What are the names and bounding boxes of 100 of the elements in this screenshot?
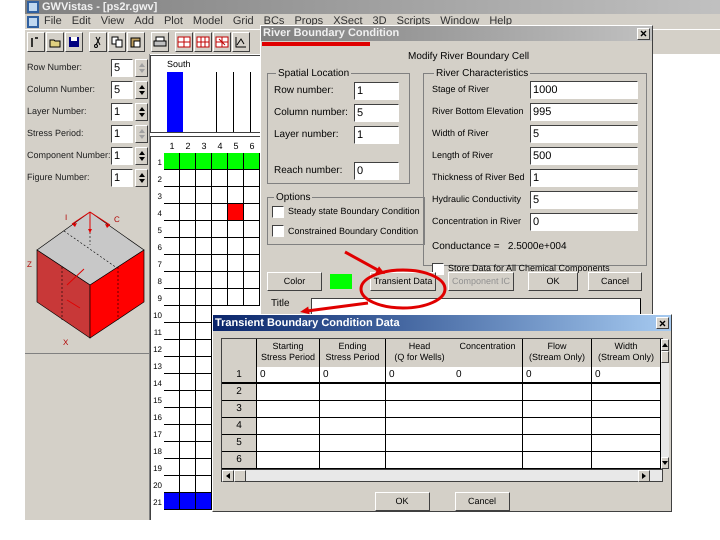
table-cell: 0 xyxy=(386,367,453,384)
dialog-button[interactable]: OK xyxy=(374,492,430,511)
row-label: 14 xyxy=(152,378,163,390)
field-label: Concentration in River xyxy=(432,215,522,228)
menu-item[interactable]: View xyxy=(96,16,130,27)
row-label: 4 xyxy=(156,208,163,220)
group-title: Options xyxy=(275,191,312,205)
input-field[interactable]: 5 xyxy=(354,104,399,122)
row-label: 17 xyxy=(152,429,163,441)
table-cell: 0 xyxy=(453,367,523,384)
axis-label: I xyxy=(65,213,68,222)
number-field[interactable]: 5 xyxy=(111,81,133,99)
field-label: Stress Period: xyxy=(27,127,85,140)
chart-label: South xyxy=(167,60,192,69)
checkbox-label: Constrained Boundary Condition xyxy=(288,224,418,238)
table-cell: 0 xyxy=(592,367,661,384)
row-label: 7 xyxy=(156,259,163,271)
column-label: 3 xyxy=(200,140,208,153)
row-header: 1 xyxy=(222,367,257,384)
row-label: 13 xyxy=(152,361,163,373)
column-label: 1 xyxy=(168,140,176,153)
menu-item[interactable]: Model xyxy=(188,16,228,27)
row-label: 2 xyxy=(156,174,163,186)
row-label: 18 xyxy=(152,446,163,458)
menu-item[interactable]: BCs xyxy=(258,16,290,27)
dialog-button[interactable]: Cancel xyxy=(454,492,510,511)
dialog-button[interactable]: OK xyxy=(528,272,578,291)
input-field[interactable]: 1 xyxy=(354,126,399,144)
field-label: Row Number: xyxy=(27,61,84,74)
input-field[interactable]: 1 xyxy=(354,82,399,100)
menu-item[interactable]: Scripts xyxy=(392,16,436,27)
row-header: 4 xyxy=(222,418,257,435)
table-cell: 0 xyxy=(257,367,320,384)
field-label: Reach number: xyxy=(274,164,344,178)
row-header: 2 xyxy=(222,384,257,401)
dialog-title: River Boundary Condition xyxy=(263,28,400,39)
field-label: Title xyxy=(271,298,291,310)
field-label: Column number: xyxy=(274,106,349,120)
input-field[interactable]: 1 xyxy=(530,169,638,187)
dialog-button[interactable]: Transient Data xyxy=(370,272,436,291)
row-label: 1 xyxy=(156,157,163,169)
axis-label: Z xyxy=(27,260,32,269)
color-button[interactable]: Color xyxy=(267,272,322,291)
input-field[interactable]: 500 xyxy=(530,147,638,165)
menu-item[interactable]: Add xyxy=(129,16,159,27)
menu-item[interactable]: Edit xyxy=(66,16,96,27)
menu-item[interactable]: File xyxy=(39,16,67,27)
menu-item[interactable]: 3D xyxy=(368,16,392,27)
field-label: Layer Number: xyxy=(27,105,88,118)
field-label: Thickness of River Bed xyxy=(432,171,526,184)
number-field[interactable]: 1 xyxy=(111,103,133,121)
conductance-text: Conductance = 2.5000e+004 xyxy=(432,240,568,254)
menu-item[interactable]: Grid xyxy=(228,16,259,27)
axis-label: X xyxy=(63,338,68,347)
row-label: 16 xyxy=(152,412,163,424)
checkbox-label: Steady state Boundary Condition xyxy=(288,205,420,218)
input-field[interactable]: 5 xyxy=(530,191,638,209)
dialog-title: Transient Boundary Condition Data xyxy=(215,318,400,328)
row-label: 21 xyxy=(152,497,163,509)
menu-item[interactable]: Help xyxy=(484,16,517,27)
number-field[interactable]: 1 xyxy=(111,169,133,187)
input-field[interactable]: 995 xyxy=(530,103,638,121)
table-cell: 0 xyxy=(523,367,592,384)
field-label: Figure Number: xyxy=(27,171,91,184)
dialog-button[interactable]: Cancel xyxy=(588,272,642,291)
field-label: Layer number: xyxy=(274,128,340,142)
menu-item[interactable]: Window xyxy=(435,16,484,27)
field-label: River Bottom Elevation xyxy=(432,105,525,118)
row-label: 3 xyxy=(156,191,163,203)
menu-item[interactable]: XSect xyxy=(328,16,368,27)
row-label: 20 xyxy=(152,480,163,492)
row-label: 19 xyxy=(152,463,163,475)
dialog-heading: Modify River Boundary Cell xyxy=(408,50,530,64)
input-field[interactable]: 5 xyxy=(530,125,638,143)
number-field[interactable]: 1 xyxy=(111,147,133,165)
row-label: 12 xyxy=(152,344,163,356)
field-label: Width of River xyxy=(432,127,490,140)
row-label: 5 xyxy=(156,225,163,237)
axis-label: C xyxy=(114,215,120,224)
field-label: Hydraulic Conductivity xyxy=(432,193,522,206)
table-cell: 0 xyxy=(320,367,386,384)
field-label: Stage of River xyxy=(432,83,490,96)
checkbox-label: Store Data for All Chemical Components xyxy=(448,262,610,275)
field-label: Column Number: xyxy=(27,83,96,96)
input-field[interactable]: 1000 xyxy=(530,81,638,99)
column-label: 4 xyxy=(216,140,224,153)
row-label: 11 xyxy=(152,327,163,339)
column-label: 6 xyxy=(248,140,256,153)
menu-item[interactable]: Plot xyxy=(158,16,188,27)
input-field[interactable]: 0 xyxy=(530,213,638,231)
field-label: Component Number: xyxy=(27,149,111,162)
input-field[interactable]: 0 xyxy=(354,162,399,180)
row-header: 6 xyxy=(222,452,257,469)
menu-item[interactable]: Props xyxy=(289,16,328,27)
column-label: 2 xyxy=(184,140,192,153)
row-header: 3 xyxy=(222,401,257,418)
group-title: River Characteristics xyxy=(435,67,530,81)
field-label: Length of River xyxy=(432,149,494,162)
row-label: 9 xyxy=(156,293,163,305)
group-title: Spatial Location xyxy=(277,67,350,81)
